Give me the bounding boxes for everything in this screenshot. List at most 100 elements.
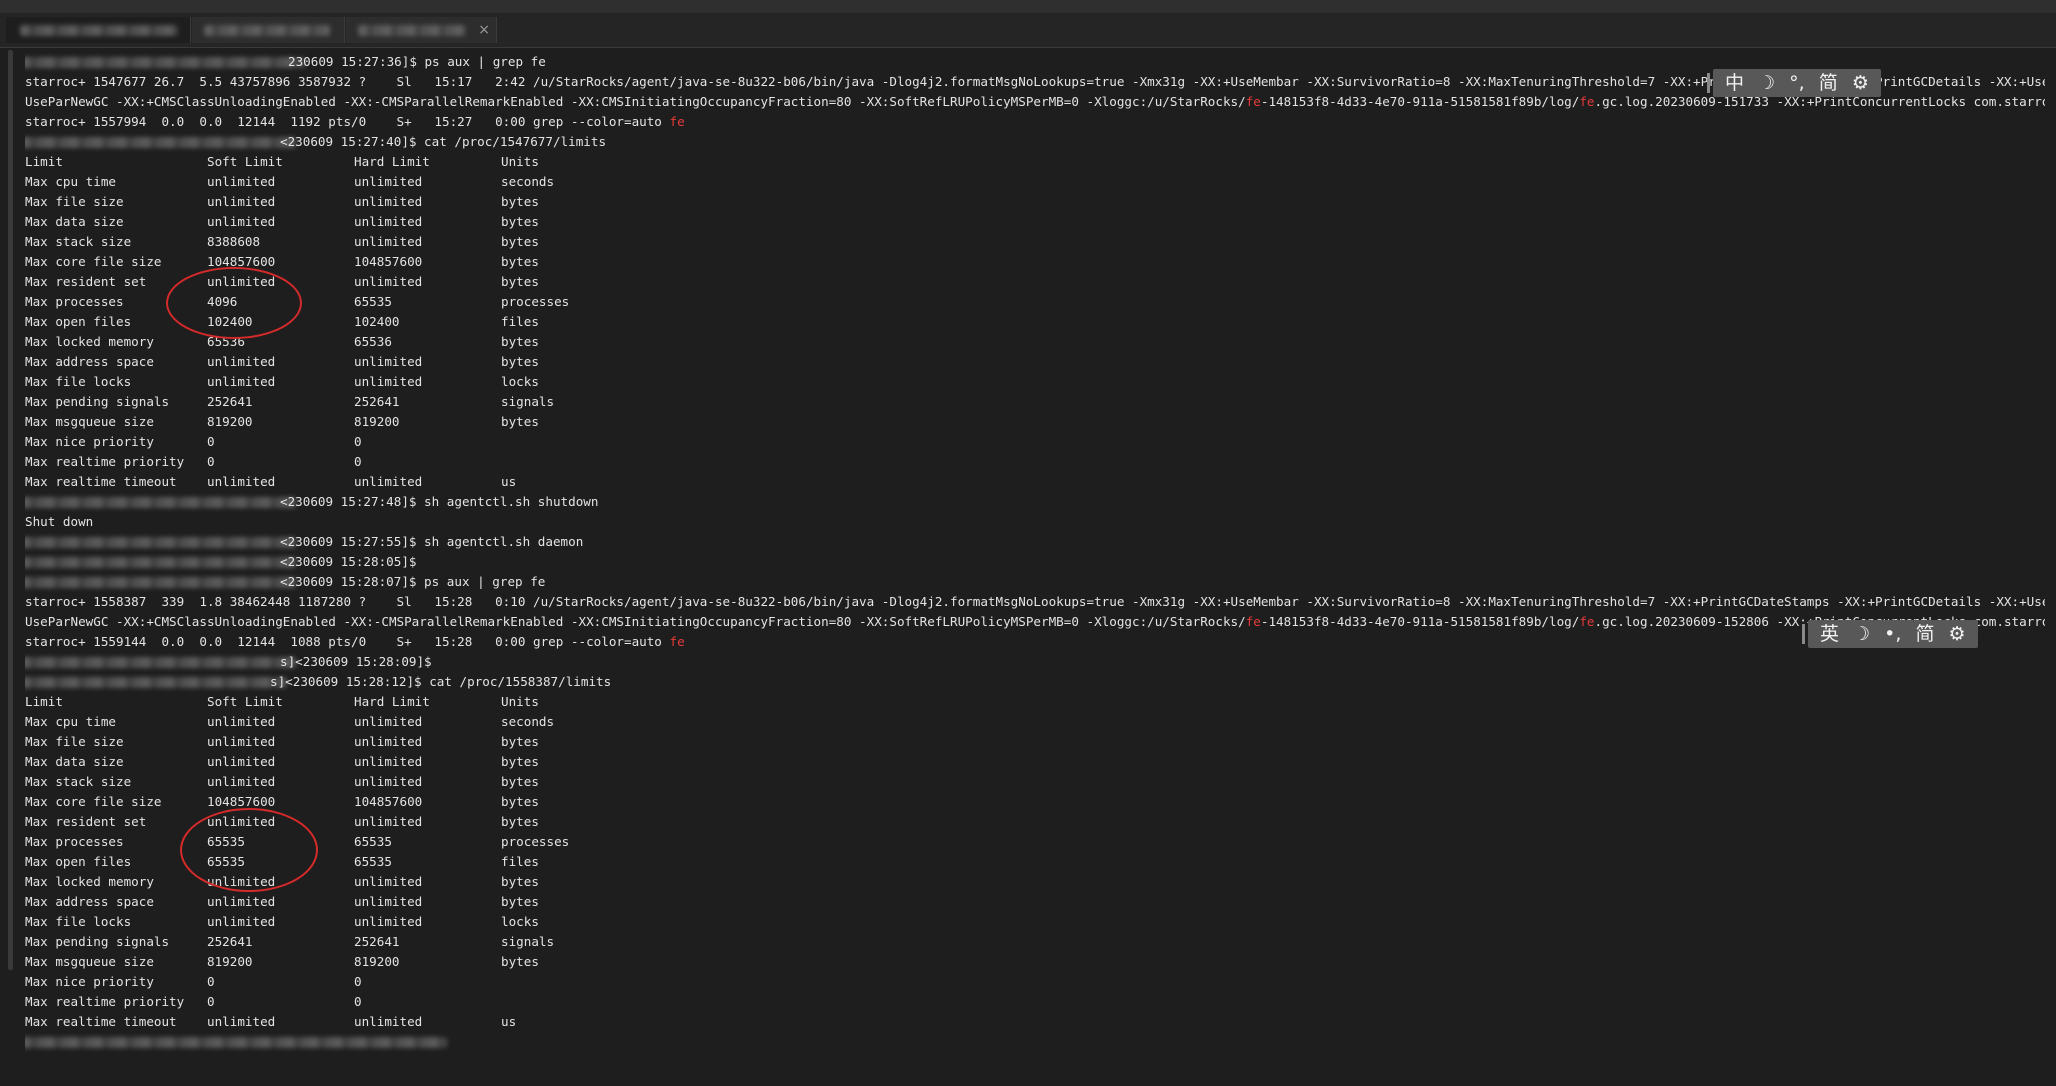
limits-cell: seconds (501, 174, 555, 189)
punctuation-icon[interactable]: °, (1789, 72, 1805, 94)
limits-cell: bytes (501, 874, 539, 889)
ime-drag-handle[interactable] (1707, 73, 1710, 93)
terminal-line: starroc+ 1557994 0.0 0.0 12144 1192 pts/… (25, 112, 2045, 132)
limits-cell: Limit (25, 694, 63, 709)
terminal-line: Max data size unlimited unlimited bytes (25, 212, 2045, 232)
redacted-prompt (25, 57, 305, 68)
terminal-line: Max open files 65535 65535 files (25, 852, 2045, 872)
limits-cell: Max cpu time (25, 714, 116, 729)
tab-session-2[interactable] (192, 17, 345, 43)
limits-cell: unlimited (354, 354, 423, 369)
limits-cell: unlimited (354, 1014, 423, 1029)
tab-session-1[interactable] (6, 17, 191, 43)
limits-cell: us (501, 474, 517, 489)
limits-cell: Max processes (25, 834, 124, 849)
limits-cell: us (501, 1014, 517, 1029)
limits-cell: 252641 (207, 394, 253, 409)
limits-cell: signals (501, 934, 555, 949)
text-run: s]<230609 15:28:09]$ (280, 654, 432, 669)
ime-toolbar[interactable]: 英 ☽ •, 简 ⚙ (1802, 620, 1978, 648)
terminal-line: Max file size unlimited unlimited bytes (25, 732, 2045, 752)
terminal-line: Max processes 4096 65535 processes (25, 292, 2045, 312)
ime-drag-handle[interactable] (1802, 624, 1805, 644)
line-text: <230609 15:28:07]$ ps aux | grep fe (280, 572, 545, 592)
text-run: <230609 15:28:07]$ ps aux | grep fe (280, 574, 546, 589)
limits-cell: unlimited (207, 354, 276, 369)
redacted-prompt (25, 677, 287, 688)
limits-cell: unlimited (354, 474, 423, 489)
close-icon[interactable]: × (478, 22, 490, 38)
terminal-line: Max pending signals 252641 252641 signals (25, 932, 2045, 952)
limits-cell: 0 (354, 434, 362, 449)
limits-cell: unlimited (354, 234, 423, 249)
limits-cell: files (501, 314, 539, 329)
ime-mode-label[interactable]: 中 (1725, 72, 1744, 94)
limits-cell: Max locked memory (25, 874, 154, 889)
limits-cell: bytes (501, 814, 539, 829)
terminal-line: <230609 15:28:05]$ (25, 552, 2045, 572)
limits-cell: files (501, 854, 539, 869)
limits-cell: 0 (207, 434, 215, 449)
limits-cell: 0 (354, 454, 362, 469)
ime-script-label[interactable]: 简 (1819, 72, 1838, 94)
ime-script-label[interactable]: 简 (1915, 623, 1934, 645)
line-text: s]<230609 15:28:12]$ cat /proc/1558387/l… (270, 672, 611, 692)
limits-cell: bytes (501, 254, 539, 269)
limits-cell: 8388608 (207, 234, 261, 249)
line-text: starroc+ 1557994 0.0 0.0 12144 1192 pts/… (25, 112, 685, 132)
limits-cell: unlimited (354, 214, 423, 229)
redacted-prompt (25, 577, 297, 588)
limits-cell: Soft Limit (207, 154, 283, 169)
moon-icon[interactable]: ☽ (1853, 623, 1870, 645)
annotation-circle-new-limits (180, 808, 318, 892)
ime-mode-label[interactable]: 英 (1820, 623, 1839, 645)
limits-cell: unlimited (354, 894, 423, 909)
terminal-line: Limit Soft Limit Hard Limit Units (25, 692, 2045, 712)
limits-cell: Max cpu time (25, 174, 116, 189)
limits-cell: unlimited (207, 374, 276, 389)
terminal-line: Max processes 65535 65535 processes (25, 832, 2045, 852)
terminal-line: Max file locks unlimited unlimited locks (25, 912, 2045, 932)
line-text: 230609 15:27:36]$ ps aux | grep fe (288, 52, 546, 72)
gear-icon[interactable]: ⚙ (1949, 623, 1966, 645)
limits-cell: unlimited (354, 194, 423, 209)
limits-cell: unlimited (207, 474, 276, 489)
limits-cell: Max open files (25, 854, 132, 869)
text-run: 230609 15:27:36]$ ps aux | grep fe (288, 54, 546, 69)
limits-cell: bytes (501, 194, 539, 209)
limits-cell: Max pending signals (25, 394, 170, 409)
terminal-line: Max open files 102400 102400 files (25, 312, 2045, 332)
limits-cell: Max pending signals (25, 934, 170, 949)
match-highlight: fe (1245, 614, 1261, 629)
tab-bar: × (0, 13, 2056, 48)
redacted-prompt (25, 137, 297, 148)
terminal-line: <230609 15:27:48]$ sh agentctl.sh shutdo… (25, 492, 2045, 512)
limits-cell: unlimited (354, 774, 423, 789)
limits-cell: Max stack size (25, 774, 132, 789)
moon-icon[interactable]: ☽ (1758, 72, 1775, 94)
limits-cell: bytes (501, 794, 539, 809)
tab-session-3[interactable]: × (346, 17, 497, 43)
terminal-line: starroc+ 1559144 0.0 0.0 12144 1088 pts/… (25, 632, 2045, 652)
text-run: UseParNewGC -XX:+CMSClassUnloadingEnable… (25, 614, 1246, 629)
limits-cell: unlimited (354, 374, 423, 389)
redacted-prompt (25, 497, 297, 508)
scrollbar[interactable] (8, 50, 13, 970)
limits-cell: Max resident set (25, 274, 147, 289)
limits-cell: Units (501, 694, 539, 709)
gear-icon[interactable]: ⚙ (1852, 72, 1869, 94)
line-text: Shut down (25, 512, 93, 532)
limits-cell: bytes (501, 774, 539, 789)
limits-cell: Max resident set (25, 814, 147, 829)
limits-cell: bytes (501, 754, 539, 769)
punctuation-icon[interactable]: •, (1884, 623, 1901, 645)
terminal-line: Max cpu time unlimited unlimited seconds (25, 172, 2045, 192)
terminal-line: Max file size unlimited unlimited bytes (25, 192, 2045, 212)
limits-cell: 252641 (207, 934, 253, 949)
limits-cell: processes (501, 294, 570, 309)
tab-label-redacted (204, 25, 330, 36)
terminal-line: Max pending signals 252641 252641 signals (25, 392, 2045, 412)
terminal-output[interactable]: 230609 15:27:36]$ ps aux | grep fe starro… (25, 52, 2045, 1052)
limits-cell: 819200 (354, 954, 400, 969)
ime-toolbar[interactable]: 中 ☽ °, 简 ⚙ (1707, 69, 1881, 97)
